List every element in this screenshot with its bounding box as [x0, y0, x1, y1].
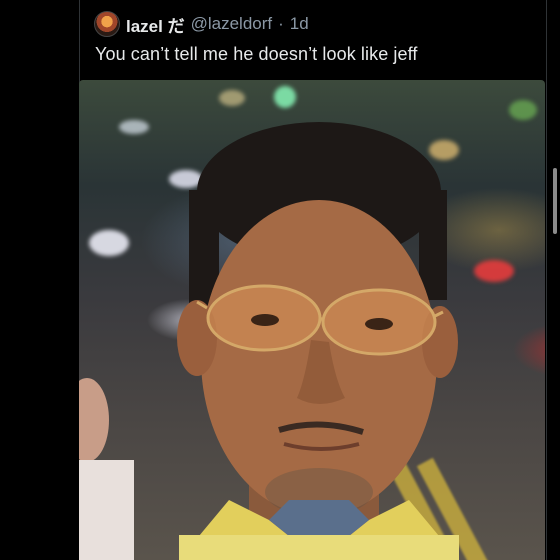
timestamp[interactable]: 1d: [290, 14, 309, 34]
tweet-header: lazel だ @lazeldorf · 1d: [94, 10, 309, 38]
separator-dot: ·: [278, 14, 284, 33]
scrollbar[interactable]: [553, 168, 557, 234]
display-name[interactable]: lazel だ: [126, 12, 185, 37]
portrait-subject: [177, 122, 459, 560]
user-handle[interactable]: @lazeldorf: [191, 14, 273, 34]
display-name-suffix: だ: [167, 16, 185, 36]
tweet-photo[interactable]: [79, 80, 545, 560]
avatar[interactable]: [94, 11, 120, 37]
tweet-text: You can’t tell me he doesn’t look like j…: [95, 44, 418, 64]
display-name-text[interactable]: lazel: [126, 17, 163, 36]
